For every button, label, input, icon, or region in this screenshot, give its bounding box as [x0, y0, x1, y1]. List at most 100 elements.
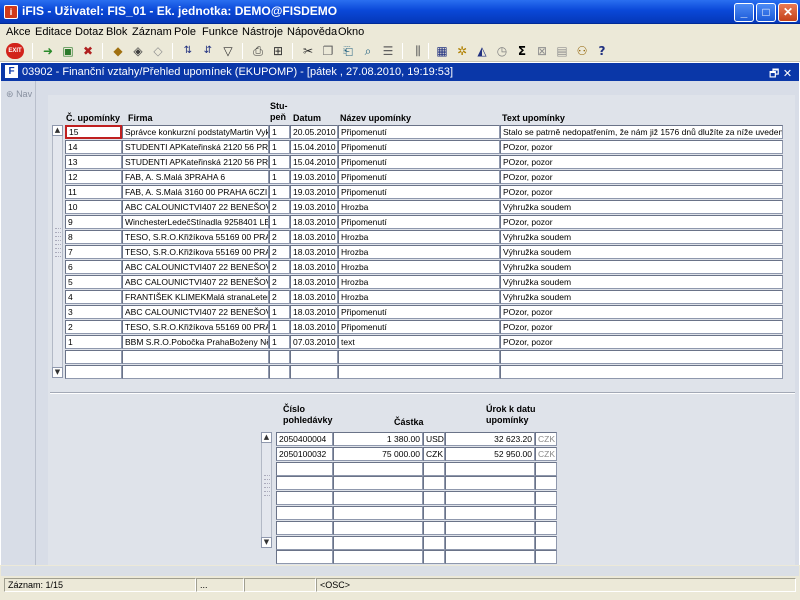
cell-cislo-upominky[interactable]: 9	[65, 215, 122, 229]
cell-firma[interactable]: FAB, A. S.Malá 3160 00 PRAHA 6CZI	[122, 185, 269, 199]
cell-nazev-upominky[interactable]: Připomenutí	[338, 140, 500, 154]
cell-text-upominky[interactable]	[500, 350, 783, 364]
cell-cislo-pohledavky[interactable]: 2050400004	[276, 432, 333, 446]
menu-zaznam[interactable]: Záznam	[132, 26, 172, 38]
close-button[interactable]: ✕	[778, 3, 798, 22]
cell-stupen[interactable]: 1	[269, 320, 290, 334]
cell-stupen[interactable]: 1	[269, 140, 290, 154]
cell-stupen[interactable]: 1	[269, 155, 290, 169]
scroll-up-icon[interactable]: ▲	[261, 432, 272, 443]
cell-firma[interactable]: STUDENTI APKateřinská 2120 56 PRAH	[122, 155, 269, 169]
cell-urok[interactable]	[445, 476, 535, 491]
cell-nazev-upominky[interactable]: Hrozba	[338, 200, 500, 214]
window-title-bar[interactable]: i iFIS - Uživatel: FIS_01 - Ek. jednotka…	[0, 0, 800, 24]
cell-mena[interactable]	[423, 491, 445, 506]
upper-scrollbar[interactable]: ▲ ▼	[52, 125, 63, 378]
minimize-button[interactable]: _	[734, 3, 754, 22]
cell-cislo-pohledavky[interactable]	[276, 491, 333, 506]
cell-nazev-upominky[interactable]	[338, 350, 500, 364]
cell-nazev-upominky[interactable]: Hrozba	[338, 245, 500, 259]
restore-icon[interactable]: 🗗	[769, 67, 779, 80]
cell-cislo-pohledavky[interactable]	[276, 506, 333, 520]
cell-text-upominky[interactable]: POzor, pozor	[500, 170, 783, 184]
cell-cislo-upominky[interactable]: 1	[65, 335, 122, 349]
cell-urok[interactable]	[445, 520, 535, 535]
paste-icon[interactable]: ⎗	[340, 43, 356, 59]
new-record-icon[interactable]: ➜	[40, 43, 56, 59]
cell-urok[interactable]	[445, 535, 535, 550]
scroll-down-icon[interactable]: ▼	[52, 367, 63, 378]
cell-stupen[interactable]: 2	[269, 290, 290, 304]
cell-nazev-upominky[interactable]: Hrozba	[338, 275, 500, 289]
cell-stupen[interactable]: 1	[269, 335, 290, 349]
cell-cislo-upominky[interactable]	[65, 365, 122, 379]
cell-mena[interactable]	[423, 506, 445, 520]
cell-mena[interactable]	[423, 535, 445, 550]
delete-record-icon[interactable]: ✖	[80, 43, 96, 59]
form-close-icon[interactable]: ✕	[783, 67, 792, 80]
search-icon[interactable]: ⌕	[360, 43, 376, 59]
cell-nazev-upominky[interactable]: Připomenutí	[338, 320, 500, 334]
cell-text-upominky[interactable]: Výhružka soudem	[500, 275, 783, 289]
cell-nazev-upominky[interactable]: text	[338, 335, 500, 349]
document-icon[interactable]: ▤	[554, 43, 570, 59]
execute-query-icon[interactable]: ◈	[130, 43, 146, 59]
cell-stupen[interactable]: 1	[269, 305, 290, 319]
list-icon[interactable]: ☰	[380, 43, 396, 59]
cell-firma[interactable]	[122, 365, 269, 379]
exit-button[interactable]: EXIT	[6, 43, 24, 59]
nav-button[interactable]: ⊛ Nav	[6, 89, 32, 100]
cell-datum[interactable]: 19.03.2010	[290, 170, 338, 184]
cell-nazev-upominky[interactable]: Hrozba	[338, 230, 500, 244]
cell-nazev-upominky[interactable]: Připomenutí	[338, 215, 500, 229]
cell-cislo-pohledavky[interactable]	[276, 550, 333, 565]
cell-text-upominky[interactable]: POzor, pozor	[500, 305, 783, 319]
cell-mena[interactable]: USD	[423, 432, 445, 446]
cell-firma[interactable]: TESO, S.R.O.Křižíkova 55169 00 PRAH	[122, 230, 269, 244]
cell-firma[interactable]: TESO, S.R.O.Křižíkova 55169 00 PRAH	[122, 320, 269, 334]
cell-firma[interactable]: ABC CALOUNICTVI407 22 BENEŠOV N	[122, 275, 269, 289]
cell-urok-mena[interactable]	[535, 535, 557, 550]
cell-stupen[interactable]: 2	[269, 260, 290, 274]
cell-datum[interactable]: 18.03.2010	[290, 275, 338, 289]
cell-castka[interactable]	[333, 520, 423, 535]
cell-stupen[interactable]: 2	[269, 230, 290, 244]
cell-nazev-upominky[interactable]: Připomenutí	[338, 125, 500, 139]
cell-datum[interactable]: 18.03.2010	[290, 320, 338, 334]
cell-datum[interactable]: 19.03.2010	[290, 185, 338, 199]
cell-stupen[interactable]: 1	[269, 125, 290, 139]
cell-castka[interactable]: 1 380.00	[333, 432, 423, 446]
cell-cislo-pohledavky[interactable]	[276, 476, 333, 491]
menu-dotaz[interactable]: Dotaz	[75, 26, 104, 38]
print-preview-icon[interactable]: ⊞	[270, 43, 286, 59]
cell-datum[interactable]: 20.05.2010	[290, 125, 338, 139]
cell-cislo-upominky[interactable]: 8	[65, 230, 122, 244]
menu-okno[interactable]: Okno	[338, 26, 364, 38]
cell-nazev-upominky[interactable]: Připomenutí	[338, 305, 500, 319]
cell-text-upominky[interactable]	[500, 365, 783, 379]
sort-descending-icon[interactable]: ⇵	[200, 43, 216, 59]
cell-text-upominky[interactable]: POzor, pozor	[500, 185, 783, 199]
cell-mena[interactable]	[423, 461, 445, 476]
cell-nazev-upominky[interactable]: Připomenutí	[338, 170, 500, 184]
cell-castka[interactable]	[333, 535, 423, 550]
cell-firma[interactable]: TESO, S.R.O.Křižíkova 55169 00 PRAH	[122, 245, 269, 259]
cell-firma[interactable]: BBM S.R.O.Pobočka PrahaBoženy Něr	[122, 335, 269, 349]
cell-cislo-upominky[interactable]: 15	[65, 125, 122, 139]
clock-icon[interactable]: ◷	[494, 43, 510, 59]
cell-urok-mena[interactable]	[535, 506, 557, 520]
print-icon[interactable]: ⎙	[250, 43, 266, 59]
cell-firma[interactable]: ABC CALOUNICTVI407 22 BENEŠOV N	[122, 305, 269, 319]
cell-urok-mena[interactable]: CZK	[535, 446, 557, 461]
cell-firma[interactable]: FRANTIŠEK KLIMEKMalá stranaLetens	[122, 290, 269, 304]
cell-castka[interactable]	[333, 506, 423, 520]
cell-urok[interactable]: 52 950.00	[445, 446, 535, 461]
cell-cislo-upominky[interactable]: 14	[65, 140, 122, 154]
cell-castka[interactable]	[333, 476, 423, 491]
cell-mena[interactable]	[423, 520, 445, 535]
cell-nazev-upominky[interactable]: Hrozba	[338, 290, 500, 304]
export-icon[interactable]: ⊠	[534, 43, 550, 59]
cell-cislo-pohledavky[interactable]	[276, 520, 333, 535]
cell-urok[interactable]	[445, 491, 535, 506]
scroll-down-icon[interactable]: ▼	[261, 537, 272, 548]
